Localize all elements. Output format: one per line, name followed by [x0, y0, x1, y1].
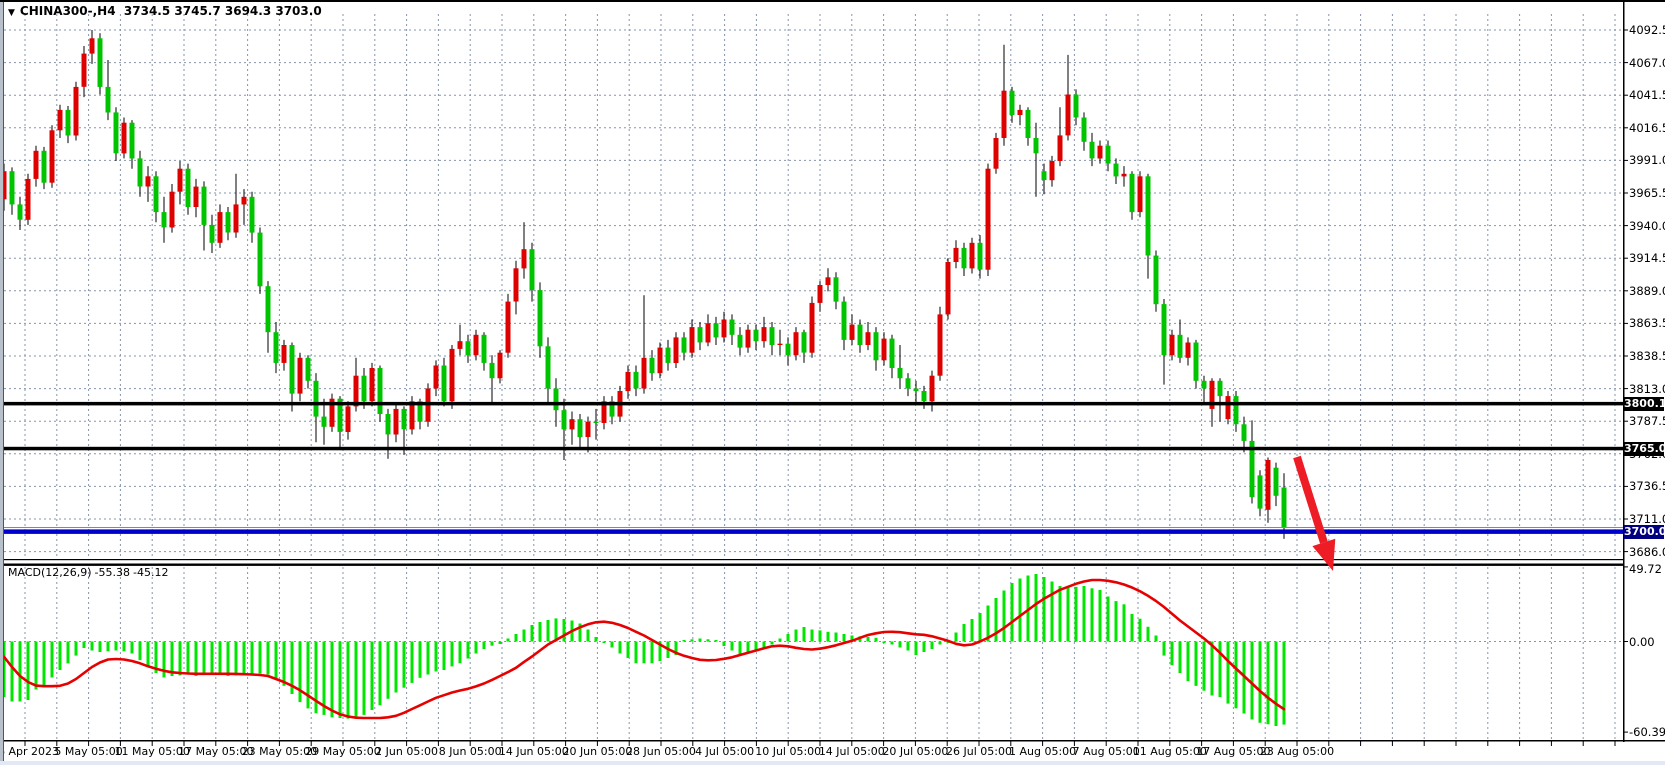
time-axis-label: 4 Jul 05:00	[695, 745, 754, 758]
price-axis-label: 3787.5	[1629, 414, 1665, 428]
price-axis-label: 3736.5	[1629, 479, 1665, 493]
time-axis-label: 29 May 05:00	[305, 745, 380, 758]
price-axis-label: 3889.0	[1629, 284, 1665, 298]
macd-axis-label: -60.39	[1629, 725, 1665, 739]
time-axis-label: 14 Jun 05:00	[499, 745, 569, 758]
price-axis-label: 4041.5	[1629, 88, 1665, 102]
macd-axis-label: 0.00	[1629, 635, 1655, 649]
price-line-badge-3700.0: 3700.0	[1624, 525, 1664, 539]
time-axis-label: 14 Jul 05:00	[819, 745, 885, 758]
time-axis-label: 26 Apr 2023	[0, 745, 59, 758]
vertical-gridlines	[25, 14, 1615, 739]
horizontal-line-3700.0[interactable]	[4, 529, 1623, 534]
macd-signal-value: -45.12	[133, 566, 168, 579]
symbol-period-label: CHINA300-,H4	[20, 4, 116, 18]
chart-title: ▼ CHINA300-,H4 3734.5 3745.7 3694.3 3703.…	[8, 4, 322, 18]
price-line-badge-3765.0: 3765.0	[1624, 442, 1664, 456]
trend-arrow-annotation[interactable]	[1297, 457, 1335, 571]
price-axis-label: 3965.5	[1629, 186, 1665, 200]
horizontal-line-3765.0[interactable]	[4, 447, 1623, 451]
price-axis-label: 3838.5	[1629, 349, 1665, 363]
price-axis-label: 3914.5	[1629, 251, 1665, 265]
pane-borders	[0, 2, 1665, 742]
time-axis-label: 7 Aug 05:00	[1073, 745, 1140, 758]
price-axis-label: 3940.0	[1629, 219, 1665, 233]
time-axis-label: 20 Jun 05:00	[562, 745, 632, 758]
macd-axis-label: 49.72	[1629, 562, 1662, 576]
price-axis-label: 3863.5	[1629, 316, 1665, 330]
window-left-edge	[0, 0, 4, 765]
price-axis-label: 3991.0	[1629, 153, 1665, 167]
horizontal-line-3800.1[interactable]	[4, 402, 1623, 406]
price-axis-label: 4016.5	[1629, 121, 1665, 135]
time-axis-label: 1 Aug 05:00	[1009, 745, 1076, 758]
trading-chart-window: ▼ CHINA300-,H4 3734.5 3745.7 3694.3 3703.…	[0, 0, 1665, 765]
window-top-edge	[0, 0, 1665, 2]
window-bottom-edge	[0, 761, 1665, 765]
time-axis-label: 26 Jul 05:00	[946, 745, 1012, 758]
price-line-badge-3800.1: 3800.1	[1624, 397, 1664, 411]
candlestick-series	[2, 30, 1287, 539]
chart-canvas[interactable]	[0, 0, 1665, 765]
ohlc-values: 3734.5 3745.7 3694.3 3703.0	[124, 4, 322, 18]
macd-histogram	[3, 574, 1286, 726]
price-axis-label: 4092.5	[1629, 23, 1665, 37]
time-axis-label: 8 Jun 05:00	[439, 745, 502, 758]
macd-indicator-label: MACD(12,26,9)-55.38-45.12	[8, 566, 171, 579]
time-axis-label: 20 Jul 05:00	[882, 745, 948, 758]
time-axis-label: 28 Jun 05:00	[626, 745, 696, 758]
macd-main-value: -55.38	[95, 566, 130, 579]
time-axis-label: 23 Aug 05:00	[1260, 745, 1334, 758]
symbol-dropdown-icon[interactable]: ▼	[8, 8, 15, 18]
price-axis-label: 3813.0	[1629, 382, 1665, 396]
time-axis-label: 10 Jul 05:00	[755, 745, 821, 758]
price-axis-label: 4067.0	[1629, 56, 1665, 70]
price-axis-label: 3686.0	[1629, 545, 1665, 559]
time-axis-label: 2 Jun 05:00	[375, 745, 438, 758]
macd-name: MACD(12,26,9)	[8, 566, 92, 579]
time-axis-label: 5 May 05:00	[54, 745, 122, 758]
